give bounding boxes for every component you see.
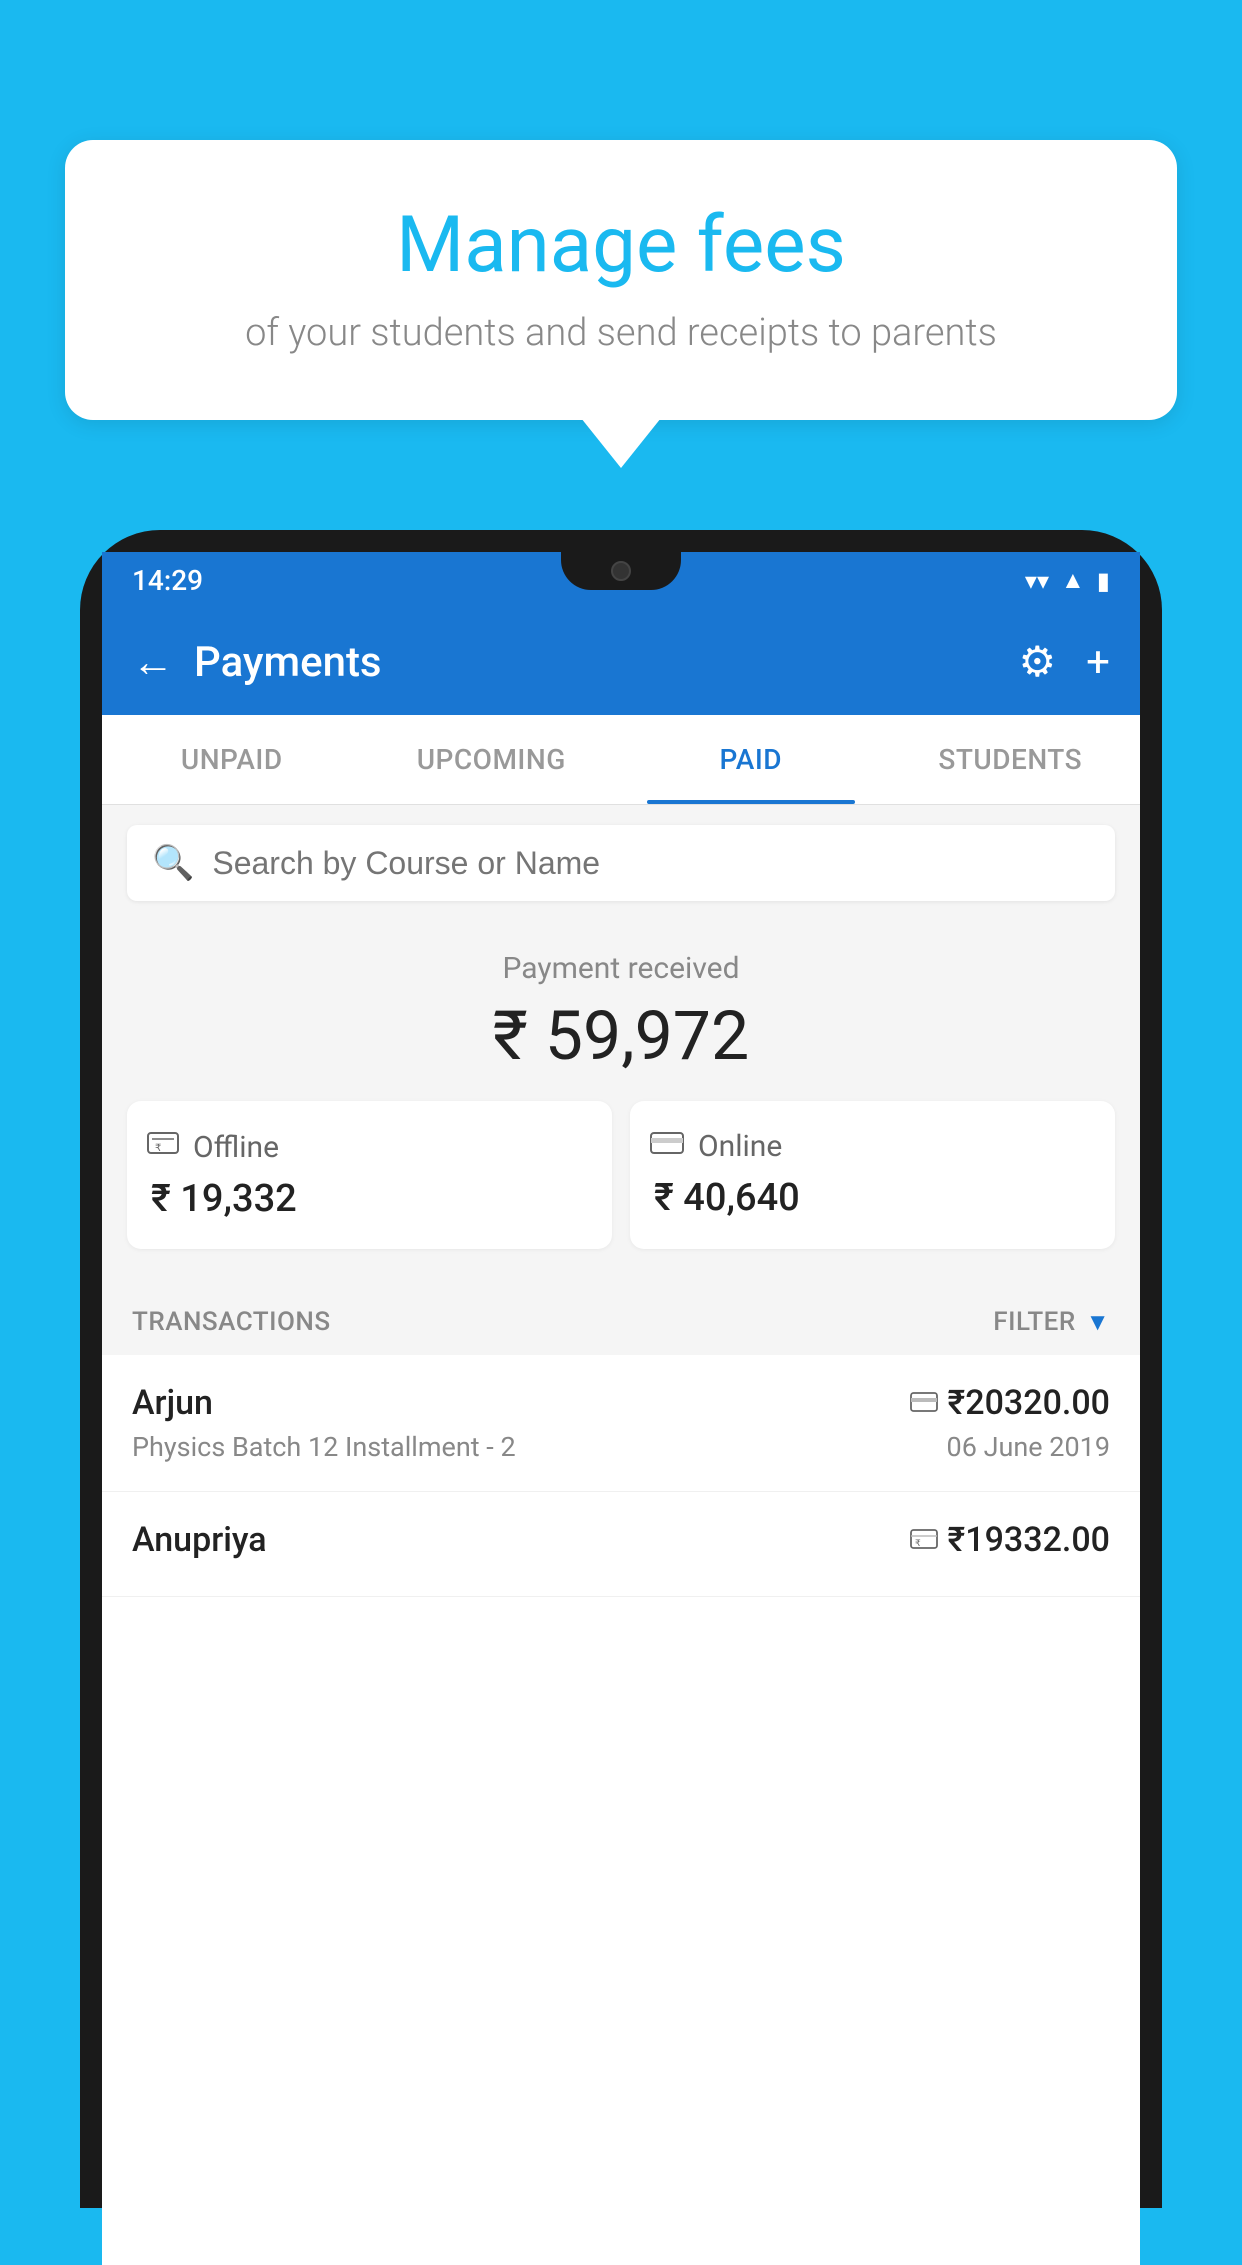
tabs: UNPAID UPCOMING PAID STUDENTS <box>102 715 1140 805</box>
signal-icon: ▲ <box>1061 566 1085 595</box>
offline-label: Offline <box>193 1130 279 1165</box>
offline-amount: ₹ 19,332 <box>147 1177 297 1221</box>
online-label: Online <box>698 1129 782 1164</box>
search-input[interactable] <box>212 845 1090 882</box>
offline-card-header: ₹ Offline <box>147 1129 279 1165</box>
settings-icon[interactable]: ⚙ <box>1019 637 1057 687</box>
course-info: Physics Batch 12 Installment - 2 <box>132 1431 516 1463</box>
filter-label: FILTER <box>993 1307 1075 1337</box>
row-main: Anupriya ₹ ₹19332.00 <box>132 1520 1110 1560</box>
speech-bubble-title: Manage fees <box>115 200 1127 291</box>
svg-text:₹: ₹ <box>915 1538 921 1548</box>
status-time: 14:29 <box>132 564 203 597</box>
transaction-amount: ₹20320.00 <box>948 1383 1110 1423</box>
speech-bubble: Manage fees of your students and send re… <box>65 140 1177 420</box>
student-name: Anupriya <box>132 1520 267 1560</box>
speech-bubble-container: Manage fees of your students and send re… <box>65 140 1177 420</box>
status-icons: ▾▾ ▲ ▮ <box>1025 566 1110 595</box>
table-row[interactable]: Anupriya ₹ ₹19332.00 <box>102 1492 1140 1597</box>
transactions-header: TRANSACTIONS FILTER ▼ <box>102 1279 1140 1355</box>
svg-text:₹: ₹ <box>155 1143 161 1154</box>
search-icon: 🔍 <box>152 843 194 883</box>
transaction-date: 06 June 2019 <box>947 1431 1110 1463</box>
transaction-list: Arjun ₹20320.00 Physics Batch 12 Install… <box>102 1355 1140 2265</box>
phone-screen: ← Payments ⚙ + UNPAID UPCOMING PAID STUD… <box>102 609 1140 2265</box>
header-actions: ⚙ + <box>1019 637 1111 687</box>
payment-total-amount: ₹ 59,972 <box>122 996 1120 1076</box>
transactions-label: TRANSACTIONS <box>132 1307 331 1337</box>
amount-section: ₹20320.00 <box>910 1383 1110 1423</box>
student-name: Arjun <box>132 1383 213 1423</box>
online-payment-card: Online ₹ 40,640 <box>630 1101 1115 1249</box>
row-sub: Physics Batch 12 Installment - 2 06 June… <box>132 1431 1110 1463</box>
app-header: ← Payments ⚙ + <box>102 609 1140 715</box>
table-row[interactable]: Arjun ₹20320.00 Physics Batch 12 Install… <box>102 1355 1140 1492</box>
offline-pay-icon: ₹ <box>910 1524 938 1557</box>
offline-payment-card: ₹ Offline ₹ 19,332 <box>127 1101 612 1249</box>
online-card-header: Online <box>650 1129 782 1164</box>
amount-section: ₹ ₹19332.00 <box>910 1520 1110 1560</box>
row-main: Arjun ₹20320.00 <box>132 1383 1110 1423</box>
camera <box>611 561 631 581</box>
tab-upcoming[interactable]: UPCOMING <box>362 715 622 804</box>
filter-icon: ▼ <box>1086 1308 1110 1337</box>
wifi-icon: ▾▾ <box>1025 567 1049 595</box>
transaction-amount: ₹19332.00 <box>948 1520 1110 1560</box>
filter-button[interactable]: FILTER ▼ <box>993 1307 1110 1337</box>
tab-students[interactable]: STUDENTS <box>881 715 1141 804</box>
tab-paid[interactable]: PAID <box>621 715 881 804</box>
speech-bubble-subtitle: of your students and send receipts to pa… <box>115 311 1127 355</box>
online-icon <box>650 1129 684 1164</box>
online-pay-icon <box>910 1387 938 1420</box>
search-container: 🔍 <box>102 805 1140 921</box>
payment-cards: ₹ Offline ₹ 19,332 <box>127 1101 1115 1249</box>
tab-unpaid[interactable]: UNPAID <box>102 715 362 804</box>
phone-frame: 14:29 ▾▾ ▲ ▮ ← Payments ⚙ + UNPAID UPCOM… <box>80 530 1162 2208</box>
online-amount: ₹ 40,640 <box>650 1176 800 1220</box>
back-button[interactable]: ← <box>132 638 174 687</box>
payment-received-label: Payment received <box>122 951 1120 986</box>
payment-summary: Payment received ₹ 59,972 ₹ <box>102 921 1140 1279</box>
battery-icon: ▮ <box>1097 567 1110 595</box>
offline-icon: ₹ <box>147 1129 179 1165</box>
phone-notch <box>561 552 681 590</box>
page-title: Payments <box>194 638 1019 687</box>
search-bar[interactable]: 🔍 <box>127 825 1115 901</box>
add-icon[interactable]: + <box>1086 638 1110 687</box>
